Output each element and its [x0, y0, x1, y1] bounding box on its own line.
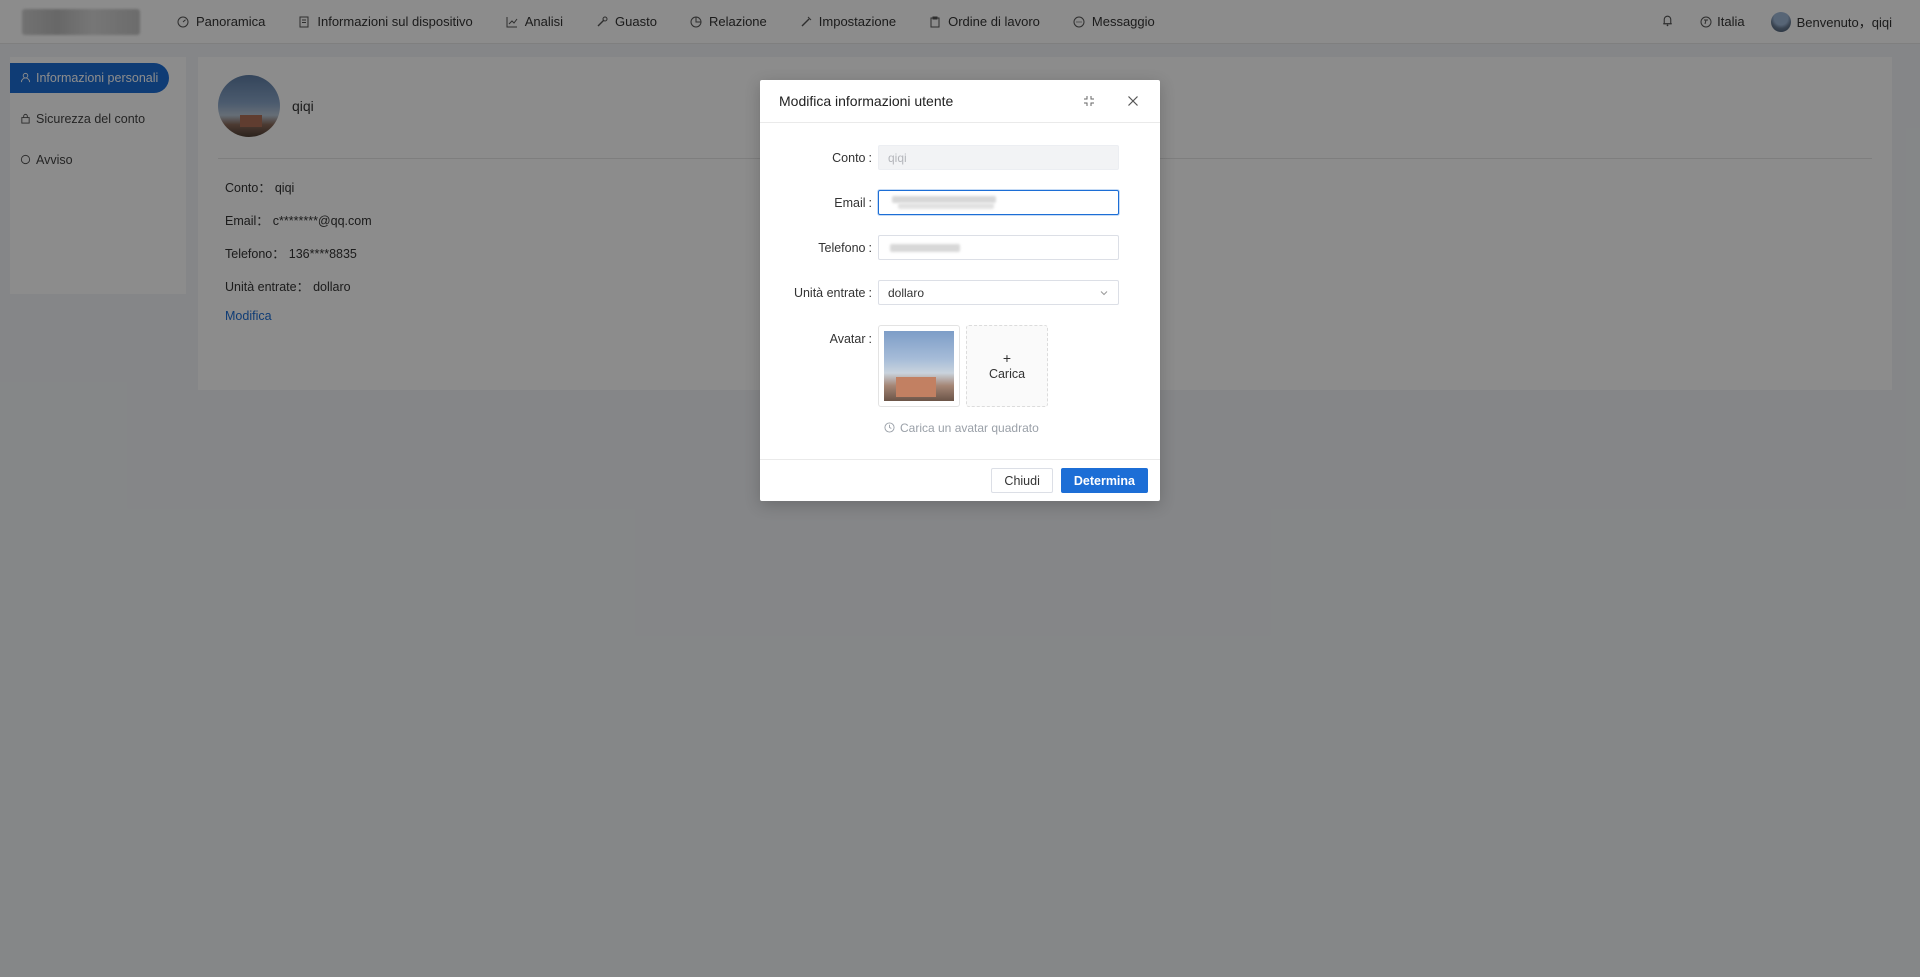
phone-label: Telefono — [760, 241, 878, 255]
dialog-body: Conto qiqi Email Telefono Unità e — [760, 123, 1160, 435]
dialog-actions — [1053, 93, 1141, 109]
plus-icon: + — [1002, 350, 1012, 366]
close-icon[interactable] — [1125, 93, 1141, 109]
account-value: qiqi — [888, 150, 907, 165]
account-field: qiqi — [878, 145, 1119, 170]
upload-avatar-button[interactable]: + Carica — [966, 325, 1048, 407]
form-row-avatar: Avatar + Carica — [760, 325, 1126, 407]
income-unit-label: Unità entrate — [760, 286, 878, 300]
phone-field[interactable] — [878, 235, 1119, 260]
avatar-hint: Carica un avatar quadrato — [884, 421, 1126, 435]
income-unit-select[interactable]: dollaro — [878, 280, 1119, 305]
avatar-thumbnail — [884, 331, 954, 401]
avatar-label: Avatar — [760, 325, 878, 346]
dialog-footer: Chiudi Determina — [760, 459, 1160, 501]
form-row-phone: Telefono — [760, 235, 1126, 260]
dialog-header: Modifica informazioni utente — [760, 80, 1160, 123]
email-label: Email — [760, 196, 878, 210]
account-label: Conto — [760, 151, 878, 165]
edit-user-dialog: Modifica informazioni utente Conto qiqi … — [760, 80, 1160, 501]
avatar-preview[interactable] — [878, 325, 960, 407]
chevron-down-icon — [1099, 288, 1109, 298]
redacted-phone — [888, 241, 1008, 255]
form-row-account: Conto qiqi — [760, 145, 1126, 170]
income-unit-value: dollaro — [888, 285, 925, 300]
redacted-email — [888, 195, 1008, 210]
dialog-title: Modifica informazioni utente — [779, 93, 954, 109]
form-row-email: Email — [760, 190, 1126, 215]
upload-label: Carica — [988, 367, 1026, 381]
hint-text: Carica un avatar quadrato — [900, 421, 1039, 435]
confirm-button[interactable]: Determina — [1060, 468, 1148, 493]
fullscreen-icon[interactable] — [1081, 93, 1097, 109]
form-row-income-unit: Unità entrate dollaro — [760, 280, 1126, 305]
close-button[interactable]: Chiudi — [991, 468, 1053, 493]
clock-icon — [884, 422, 896, 434]
email-field[interactable] — [878, 190, 1119, 215]
